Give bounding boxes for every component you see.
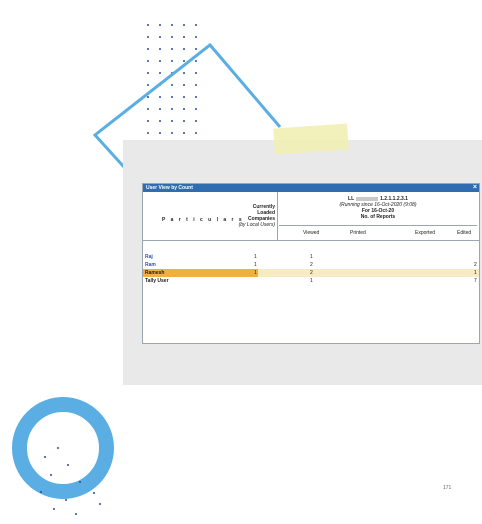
- column-printed: Printed: [350, 230, 366, 236]
- column-viewed: Viewed: [303, 230, 320, 236]
- window-title: User View by Count: [146, 185, 193, 191]
- header-divider: [277, 192, 278, 240]
- viewed-count: 1: [310, 278, 313, 284]
- report-header: P a r t i c u l a r s Currently Loaded C…: [143, 192, 479, 241]
- edited-count: 2: [474, 262, 477, 268]
- by-local-users-label: (by Local Users): [238, 222, 275, 228]
- reports-underline: [279, 225, 477, 226]
- decorative-dot-grid: [147, 24, 197, 134]
- viewed-count: 2: [310, 270, 313, 276]
- column-edited: Edited: [457, 230, 472, 236]
- user-name: Ramesh: [145, 270, 165, 276]
- no-of-reports: No. of Reports: [360, 214, 396, 220]
- company-info: LL 1.2.1.1.2.3.1 (Running since 16-Oct-20…: [279, 196, 477, 220]
- table-row-selected[interactable]: Ramesh 1 2 1: [143, 269, 479, 277]
- table-row[interactable]: Raj 1 1: [143, 253, 479, 261]
- user-name: Ram: [145, 262, 156, 268]
- viewed-count: 2: [310, 262, 313, 268]
- redacted-block: [356, 196, 379, 201]
- page-number: 171: [443, 485, 452, 491]
- column-exported: Exported: [415, 230, 436, 236]
- table-row[interactable]: Tally User 1 7: [143, 277, 479, 285]
- dot-grid-dots: [147, 24, 197, 134]
- loaded-count: 1: [254, 262, 257, 268]
- user-view-window: User View by Count × P a r t i c u l a r…: [142, 183, 480, 344]
- scatter-dots: [40, 447, 101, 515]
- decorative-tape: [273, 123, 349, 155]
- edited-count: 7: [474, 278, 477, 284]
- loaded-count: 1: [254, 270, 257, 276]
- window-titlebar: User View by Count ×: [143, 184, 479, 192]
- loaded-count: 1: [254, 254, 257, 260]
- rows-spacer: [143, 241, 479, 253]
- currently-loaded-header: Currently Loaded Companies (by Local Use…: [227, 204, 275, 228]
- viewed-count: 1: [310, 254, 313, 260]
- user-name: Raj: [145, 254, 153, 260]
- table-row[interactable]: Ram 1 2 2: [143, 261, 479, 269]
- close-icon[interactable]: ×: [473, 184, 477, 192]
- edited-count: 1: [474, 270, 477, 276]
- decorative-scatter-dots: [40, 447, 101, 515]
- user-name: Tally User: [145, 278, 169, 284]
